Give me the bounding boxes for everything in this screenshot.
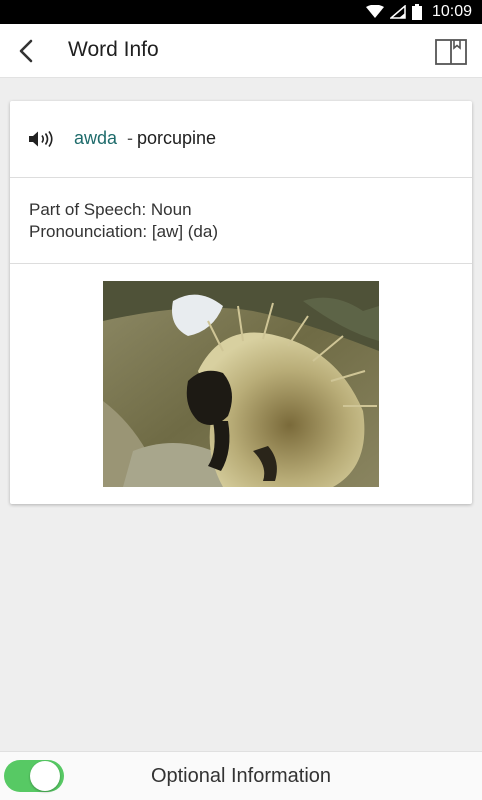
word-separator: - [127, 128, 133, 148]
translation-text: porcupine [137, 128, 217, 148]
bottom-bar: Optional Information [0, 751, 482, 800]
page-title: Word Info [68, 38, 159, 61]
back-button[interactable] [10, 35, 42, 67]
wifi-icon [365, 5, 384, 18]
status-time: 10:09 [431, 3, 472, 20]
word-row: awda - porcupine [10, 101, 472, 178]
porcupine-photo-icon [103, 281, 379, 487]
play-audio-button[interactable] [28, 128, 58, 150]
app-bar: Word Info [0, 24, 482, 78]
book-bookmark-icon [435, 39, 467, 65]
pronunciation: Pronounciation: [aw] (da) [29, 222, 218, 241]
battery-icon [411, 4, 422, 20]
signal-icon [389, 5, 406, 19]
optional-info-label: Optional Information [150, 765, 332, 787]
bookmark-button[interactable] [434, 36, 468, 68]
word-card: awda - porcupine Part of Speech: Noun Pr… [10, 101, 472, 504]
status-icons: 10:09 [365, 0, 472, 24]
porcupine-image [103, 281, 379, 487]
speaker-icon [29, 131, 53, 147]
word-details: Part of Speech: Noun Pronounciation: [aw… [10, 179, 472, 264]
word-text: awda [74, 128, 118, 148]
part-of-speech: Part of Speech: Noun [29, 200, 192, 219]
back-arrow-icon [19, 39, 33, 63]
status-bar: 10:09 [0, 0, 482, 24]
